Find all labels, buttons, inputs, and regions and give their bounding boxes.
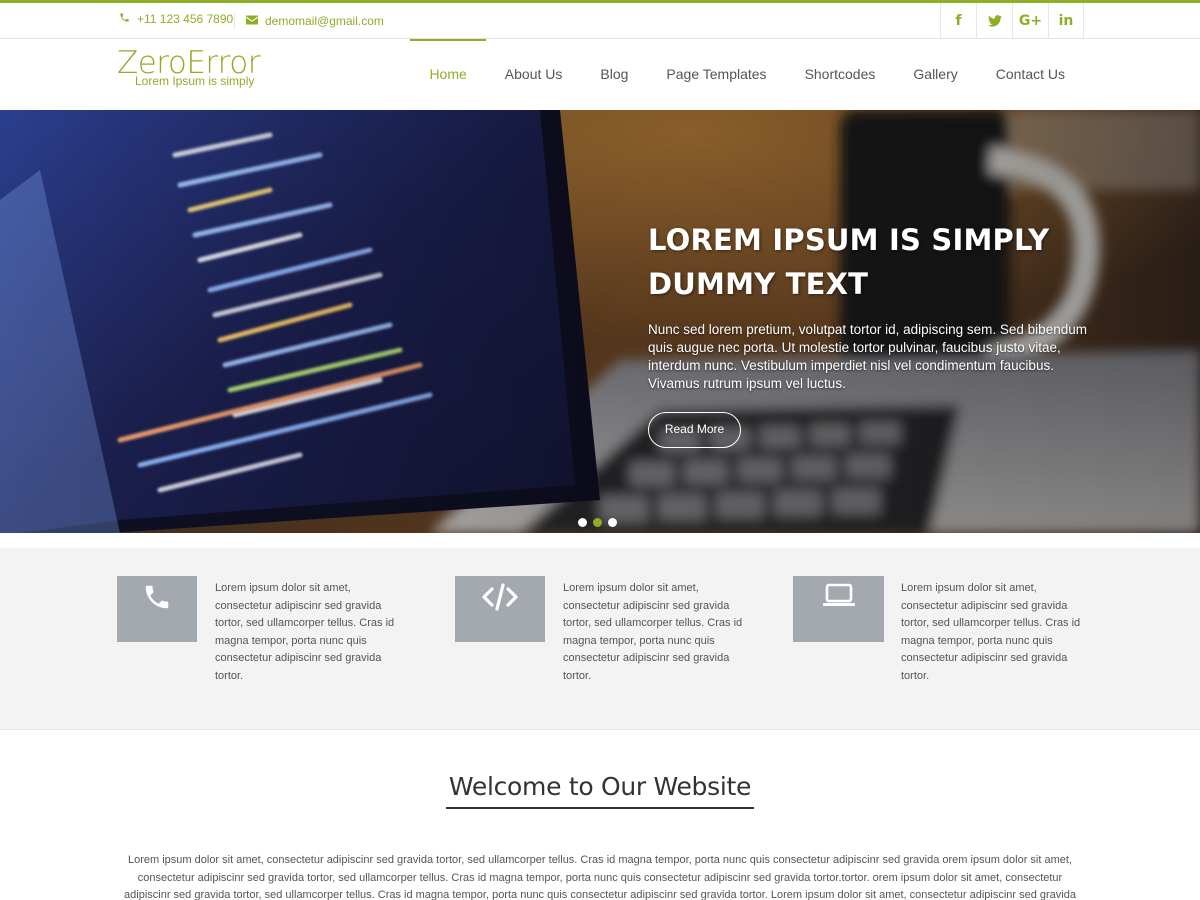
main-nav: Home About Us Blog Page Templates Shortc… xyxy=(410,39,1084,110)
feature-text: Lorem ipsum dolor sit amet, consectetur … xyxy=(215,582,395,682)
phone-contact[interactable]: +11 123 456 7890 xyxy=(117,12,233,26)
feature-icon-box xyxy=(117,576,197,642)
social-links: f G+ in xyxy=(940,3,1084,39)
facebook-icon[interactable]: f xyxy=(940,3,976,39)
logo-tagline: Lorem Ipsum is simply xyxy=(135,74,255,88)
nav-item-gallery[interactable]: Gallery xyxy=(894,39,976,110)
nav-item-contact-us[interactable]: Contact Us xyxy=(977,39,1084,110)
nav-item-home[interactable]: Home xyxy=(410,39,487,110)
welcome-section: Welcome to Our Website Lorem ipsum dolor… xyxy=(0,730,1200,900)
envelope-icon xyxy=(245,15,259,28)
twitter-icon[interactable] xyxy=(976,3,1012,39)
phone-icon xyxy=(117,12,131,26)
nav-item-shortcodes[interactable]: Shortcodes xyxy=(786,39,895,110)
hero-slider: LOREM IPSUM IS SIMPLY DUMMY TEXT Nunc se… xyxy=(0,110,1200,533)
nav-item-page-templates[interactable]: Page Templates xyxy=(647,39,785,110)
title-underline xyxy=(446,807,754,809)
code-icon xyxy=(481,582,519,617)
welcome-text: Lorem ipsum dolor sit amet, consectetur … xyxy=(124,854,1076,900)
nav-item-blog[interactable]: Blog xyxy=(581,39,647,110)
site-logo[interactable]: ZeroError Lorem Ipsum is simply xyxy=(117,46,260,88)
slider-pagination xyxy=(578,518,617,527)
feature-text: Lorem ipsum dolor sit amet, consectetur … xyxy=(563,582,743,682)
feature-icon-box xyxy=(793,576,884,642)
feature-icon-box xyxy=(455,576,545,642)
features-section: Lorem ipsum dolor sit amet, consectetur … xyxy=(0,548,1200,730)
google-plus-icon[interactable]: G+ xyxy=(1012,3,1048,39)
welcome-title: Welcome to Our Website xyxy=(448,772,752,801)
linkedin-icon[interactable]: in xyxy=(1048,3,1084,39)
phone-number: +11 123 456 7890 xyxy=(137,12,234,26)
hero-description: Nunc sed lorem pretium, volutpat tortor … xyxy=(648,322,1087,391)
phone-icon xyxy=(142,582,172,617)
site-header: ZeroError Lorem Ipsum is simply Home Abo… xyxy=(0,39,1200,110)
top-bar: +11 123 456 7890 demomail@gmail.com f G+… xyxy=(0,0,1200,39)
slider-dot-1[interactable] xyxy=(578,518,587,527)
feature-text: Lorem ipsum dolor sit amet, consectetur … xyxy=(901,582,1081,682)
email-contact[interactable]: demomail@gmail.com xyxy=(234,13,384,29)
slider-dot-2[interactable] xyxy=(593,518,602,527)
laptop-icon xyxy=(821,582,857,615)
nav-item-about-us[interactable]: About Us xyxy=(486,39,582,110)
hero-title: LOREM IPSUM IS SIMPLY DUMMY TEXT xyxy=(648,223,1050,301)
slider-dot-3[interactable] xyxy=(608,518,617,527)
email-address: demomail@gmail.com xyxy=(265,14,384,28)
read-more-button[interactable]: Read More xyxy=(648,412,741,448)
